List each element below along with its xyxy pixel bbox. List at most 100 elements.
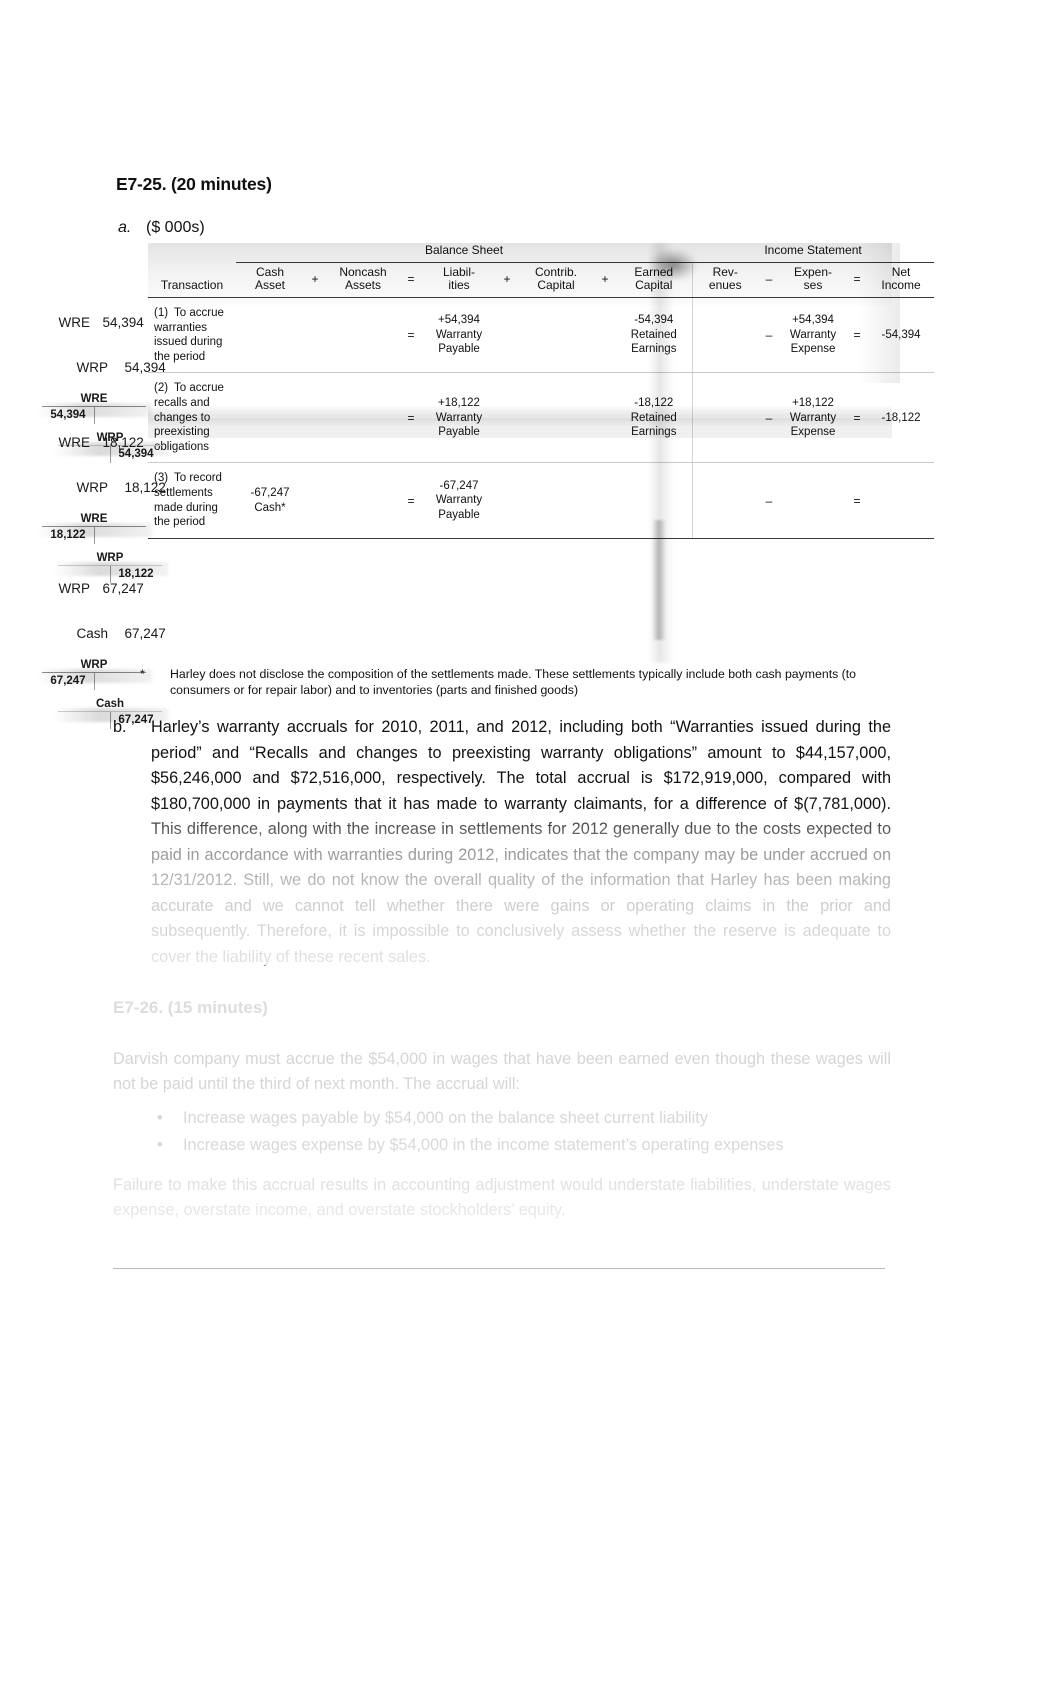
- footnote-marker: *: [140, 667, 145, 681]
- cell-revenues-3: [691, 462, 759, 539]
- operator-plus-2: +: [496, 262, 518, 298]
- cell-op-plus-1a: [304, 297, 326, 374]
- journal-credit-account-3: Cash: [76, 626, 109, 641]
- column-header-expenses-line1: Expen-: [794, 265, 833, 279]
- column-header-liabilities-line1: Liabil-: [442, 265, 475, 279]
- cell-revenues-1: [691, 297, 759, 374]
- page-footer-rule: [113, 1268, 885, 1269]
- cell-net-income-2: -18,122: [868, 372, 935, 464]
- column-header-noncash-assets: Noncash Assets: [326, 262, 400, 298]
- journal-debit-amount-3: 67,247: [102, 581, 144, 596]
- next-exercise-paragraph-2: Failure to make this accrual results in …: [113, 1175, 891, 1220]
- cell-contrib-capital-1: [518, 297, 594, 374]
- t-account-debit: 67,247: [50, 675, 86, 687]
- next-exercise-title: E7-26. (15 minutes): [113, 998, 268, 1017]
- next-exercise-section: E7-26. (15 minutes) Darvish company must…: [113, 995, 891, 1232]
- operator-equals-2: =: [846, 262, 869, 298]
- cell-earned-capital-1: -54,394 Retained Earnings: [616, 297, 693, 374]
- journal-entry-debit-line-2: WRE 18,122: [36, 420, 166, 465]
- journal-credit-account-1: WRP: [76, 360, 109, 375]
- cell-op-equals-1b: =: [846, 297, 869, 374]
- column-header-noncash-line1: Noncash: [339, 265, 387, 279]
- part-b-answer: b. Harley’s warranty accruals for 2010, …: [113, 715, 891, 970]
- cell-liabilities-3: -67,247 Warranty Payable: [422, 462, 496, 539]
- column-header-revenues: Rev- enues: [691, 262, 759, 298]
- operator-plus-1: +: [304, 262, 326, 298]
- table-column-header-row: Transaction Cash Asset + Noncash Assets …: [148, 262, 935, 298]
- column-header-earned-capital: Earned Capital: [616, 262, 693, 298]
- cell-op-equals-2b: =: [846, 372, 869, 464]
- cell-op-equals-3a: =: [400, 462, 422, 539]
- table-row: (1) To accrue warranties issued during th…: [148, 297, 935, 374]
- cell-contrib-capital-3: [518, 462, 594, 539]
- journal-credit-account-2: WRP: [76, 480, 109, 495]
- cell-liabilities-1: +54,394 Warranty Payable: [422, 297, 496, 374]
- group-header-spacer: [148, 243, 236, 263]
- operator-minus-1: –: [758, 262, 781, 298]
- cell-liabilities-2: +18,122 Warranty Payable: [422, 372, 496, 464]
- table-footnote: * Harley does not disclose the compositi…: [140, 666, 892, 698]
- cell-op-plus-1b: [496, 297, 518, 374]
- column-header-expenses-line2: ses: [803, 278, 823, 292]
- margin-journal-entry-3: WRP 67,247 Cash 67,247 WRP 67,247 Cash 67,…: [36, 566, 168, 729]
- next-exercise-paragraph-1: Darvish company must accrue the $54,000 …: [113, 1049, 891, 1094]
- journal-debit-account-3: WRP: [58, 581, 91, 596]
- part-b-text: Harley’s warranty accruals for 2010, 201…: [151, 718, 891, 966]
- column-header-expenses: Expen- ses: [780, 262, 847, 298]
- journal-entry-credit-line-3: Cash 67,247: [36, 611, 166, 656]
- table-row: (3) To record settlements made during the…: [148, 462, 935, 539]
- t-account-name: WRE: [80, 513, 108, 525]
- cell-op-plus-2a: [304, 372, 326, 464]
- cell-op-equals-2a: =: [400, 372, 422, 464]
- cell-op-equals-3b: =: [846, 462, 869, 539]
- column-header-contrib-line1: Contrib.: [534, 265, 578, 279]
- column-header-earned-line2: Capital: [635, 278, 673, 292]
- cell-net-income-1: -54,394: [868, 297, 935, 374]
- column-header-revenues-line1: Rev-: [712, 265, 738, 279]
- cell-net-income-3: [868, 462, 935, 539]
- column-header-liabilities-line2: ities: [448, 278, 470, 292]
- column-header-cash-asset-line2: Asset: [254, 278, 285, 292]
- t-account-name: WRP: [96, 552, 124, 564]
- cell-op-plus-3c: [594, 462, 616, 539]
- cell-op-plus-3b: [496, 462, 518, 539]
- financial-statement-effects-table: Balance Sheet Income Statement Transacti…: [148, 243, 935, 539]
- cell-op-minus-2: –: [758, 372, 781, 464]
- cell-contrib-capital-2: [518, 372, 594, 464]
- cell-expenses-2: +18,122 Warranty Expense: [780, 372, 847, 464]
- column-header-revenues-line2: enues: [708, 278, 742, 292]
- operator-plus-3: +: [594, 262, 616, 298]
- journal-debit-account-2: WRE: [58, 435, 91, 450]
- cell-op-plus-2c: [594, 372, 616, 464]
- t-account-name: WRE: [80, 393, 108, 405]
- t-account-body: 18,122: [42, 527, 146, 544]
- cell-cash-asset-2: [236, 372, 304, 464]
- list-item: Increase wages payable by $54,000 on the…: [113, 1106, 891, 1132]
- column-header-noncash-line2: Assets: [344, 278, 381, 292]
- column-header-contrib-line2: Capital: [537, 278, 575, 292]
- part-a-label: a.: [118, 219, 132, 236]
- t-account-wre-2: WRE 18,122: [38, 513, 152, 544]
- journal-credit-amount-1: 54,394: [124, 360, 166, 375]
- column-header-net-income: Net Income: [868, 262, 935, 298]
- column-header-cash-asset-line1: Cash: [255, 265, 284, 279]
- journal-entry-debit-line-1: WRE 54,394: [36, 300, 166, 345]
- journal-credit-amount-2: 18,122: [124, 480, 166, 495]
- cell-earned-capital-3: [616, 462, 693, 539]
- group-header-income-statement: Income Statement: [692, 243, 935, 263]
- t-account-wrp-3: WRP 67,247: [38, 659, 152, 690]
- next-exercise-bullet-list: Increase wages payable by $54,000 on the…: [113, 1106, 891, 1159]
- journal-debit-amount-1: 54,394: [102, 315, 144, 330]
- part-a-units: ($ 000s): [146, 219, 205, 236]
- cell-noncash-assets-1: [326, 297, 400, 374]
- column-header-cash-asset: Cash Asset: [236, 262, 304, 298]
- cell-cash-asset-1: [236, 297, 304, 374]
- t-account-body: 67,247: [42, 673, 146, 690]
- margin-journal-entry-2: WRE 18,122 WRP 18,122 WRE 18,122 WRP 18,12…: [36, 420, 168, 583]
- cell-op-plus-1c: [594, 297, 616, 374]
- t-account-name: Cash: [95, 698, 125, 710]
- cell-noncash-assets-3: [326, 462, 400, 539]
- cell-expenses-1: +54,394 Warranty Expense: [780, 297, 847, 374]
- cell-noncash-assets-2: [326, 372, 400, 464]
- cell-op-minus-3: –: [758, 462, 781, 539]
